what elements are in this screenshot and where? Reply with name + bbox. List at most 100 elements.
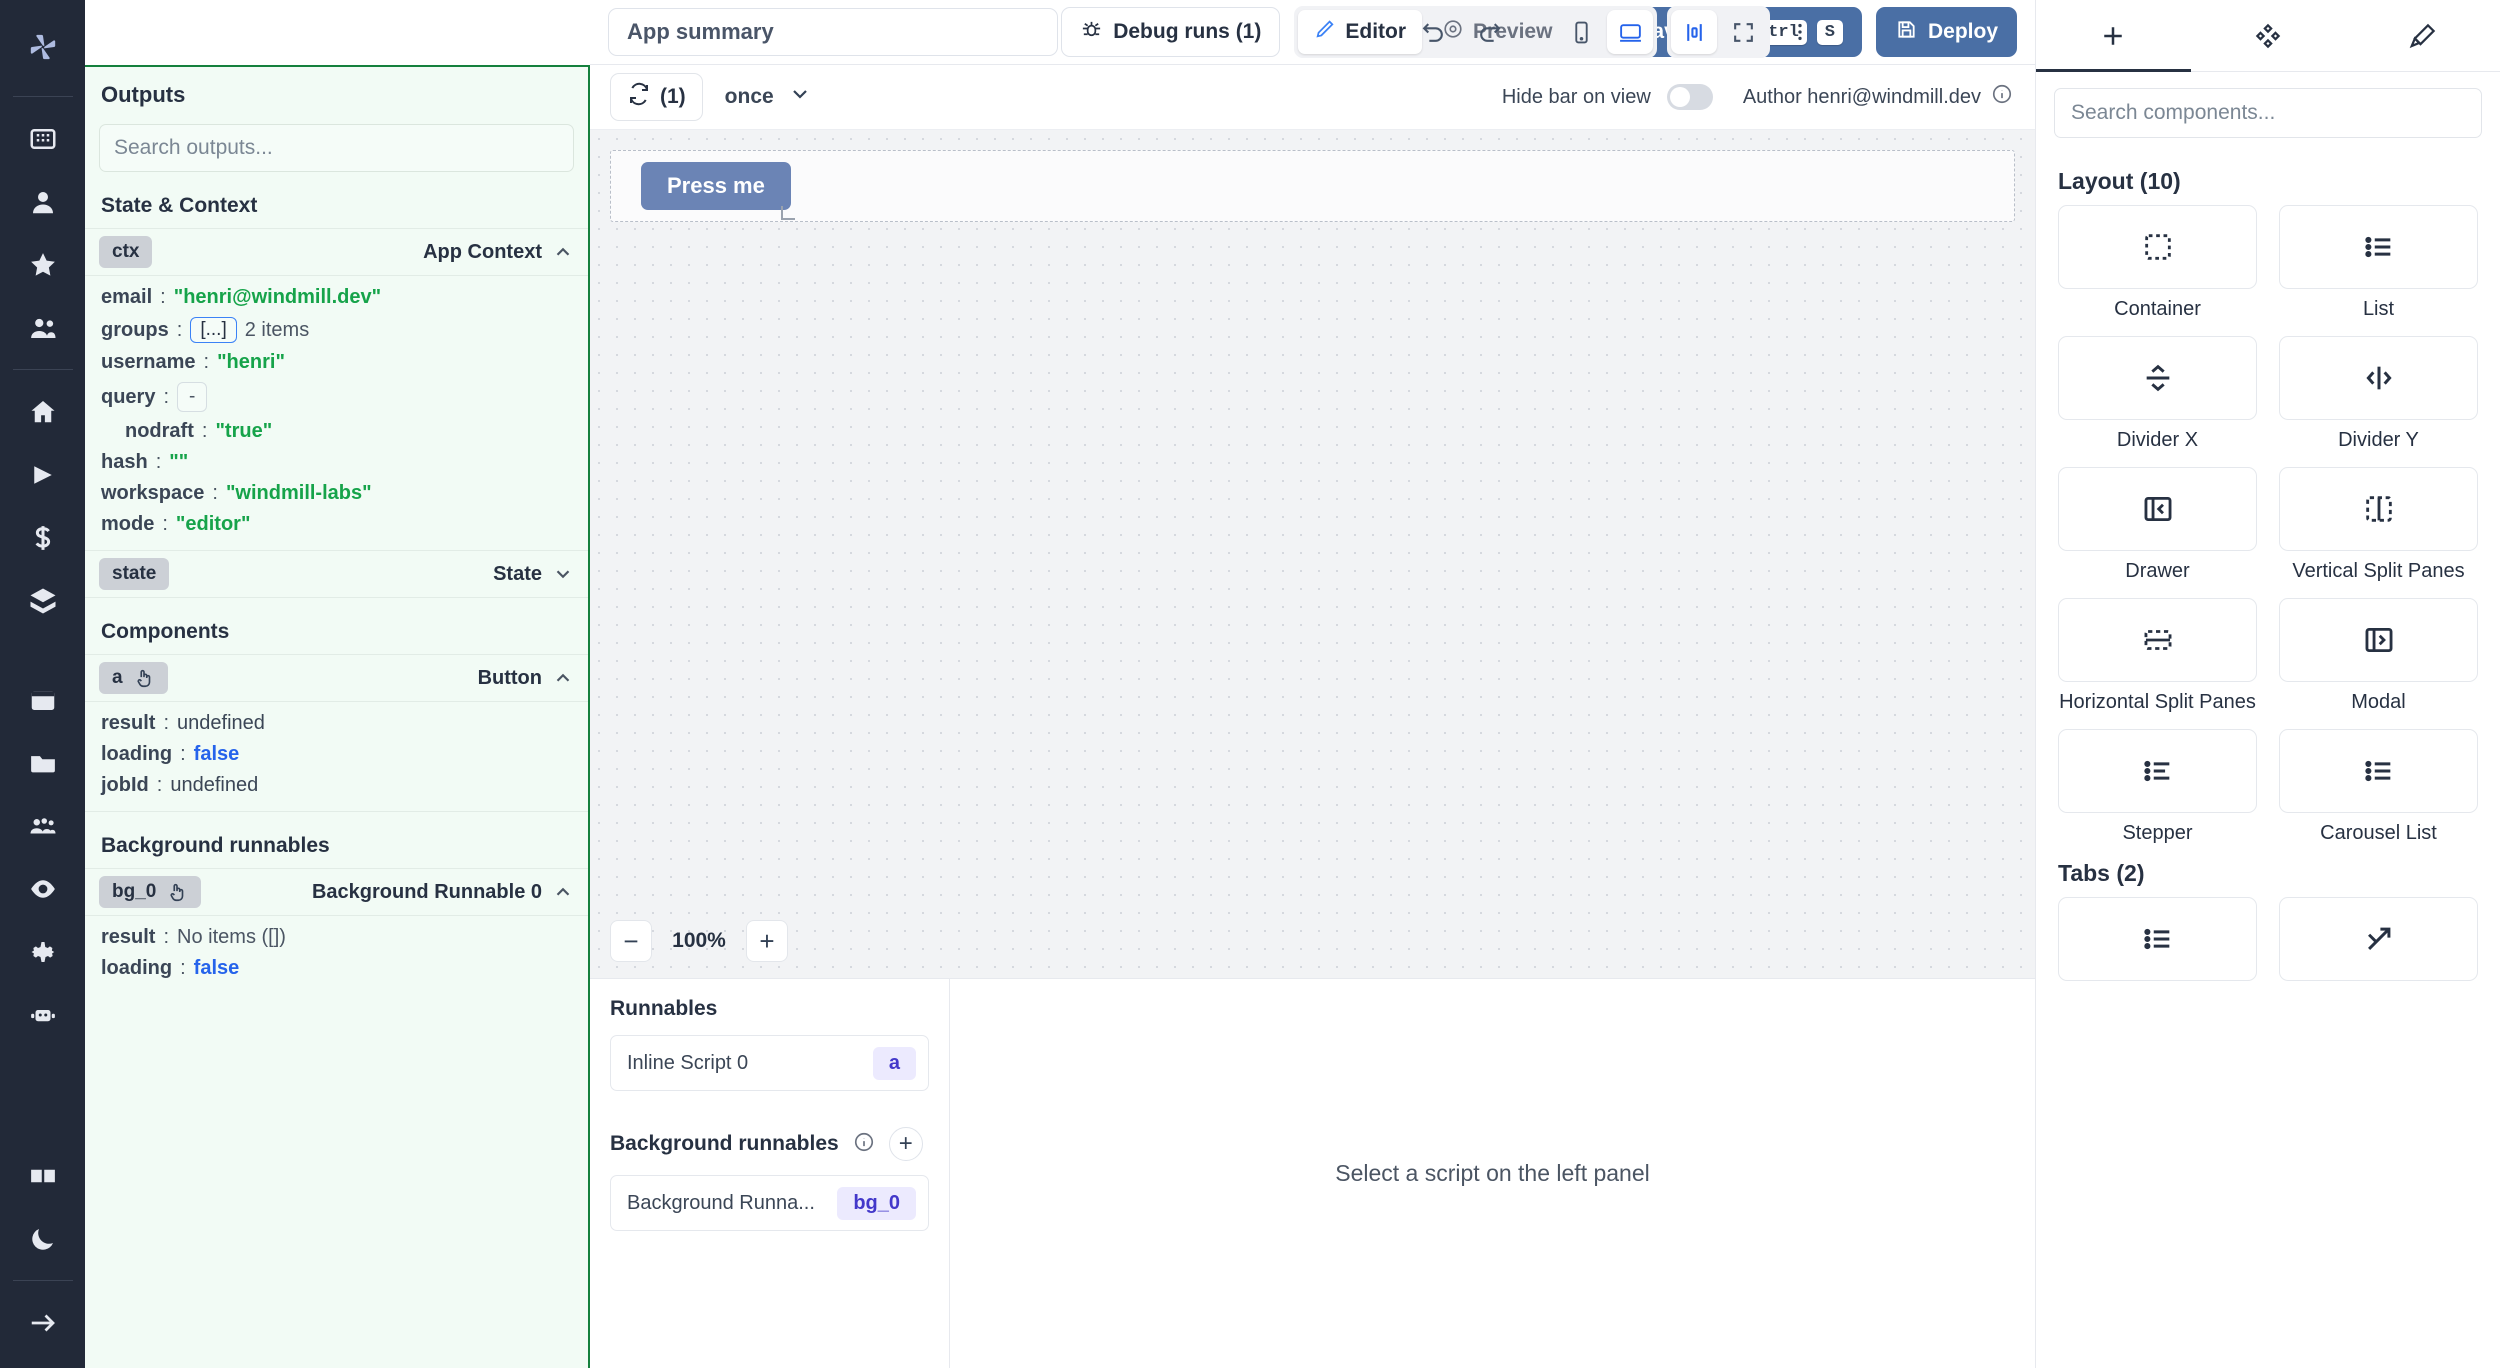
sidebar-item-groups[interactable] [0,794,85,857]
ctx-id-badge[interactable]: ctx [99,236,152,268]
component-a-id-badge[interactable]: a [99,662,168,694]
sidebar-item-docs[interactable] [0,1144,85,1207]
component-card-list[interactable]: List [2279,205,2478,322]
kv-colon: : [163,712,169,735]
sidebar-item-user[interactable] [0,170,85,233]
sidebar-item-settings[interactable] [0,920,85,983]
fullscreen-button[interactable] [1720,10,1766,54]
tab-editor-label: Editor [1345,20,1406,44]
sidebar-item-pricing[interactable] [0,506,85,569]
component-a-header[interactable]: a Button [85,654,588,702]
sidebar-item-expand[interactable] [0,1291,85,1354]
runnable-label: Inline Script 0 [627,1052,748,1075]
sidebar-item-dark-mode[interactable] [0,1207,85,1270]
more-options-icon[interactable] [1780,21,1820,43]
kv-colon: : [204,351,210,374]
tab-components-tree[interactable] [2191,0,2346,71]
press-me-button[interactable]: Press me [641,162,791,210]
sidebar-item-schedules[interactable] [0,668,85,731]
app-summary-input[interactable]: App summary [608,8,1058,56]
ctx-object-header[interactable]: ctx App Context [85,228,588,276]
sidebar-item-folders[interactable] [0,731,85,794]
kv-colon: : [160,286,166,309]
add-background-runnable-button[interactable]: + [889,1127,923,1161]
undo-button[interactable] [1410,10,1456,54]
group-title-layout: Layout (10) [2036,154,2500,205]
section-state-context: State & Context [85,172,588,228]
state-id-badge[interactable]: state [99,558,169,590]
component-card-stepper[interactable]: Stepper [2058,729,2257,846]
frequency-dropdown[interactable]: once [725,82,812,112]
kv-expand-chip[interactable]: [...] [190,317,236,343]
hide-bar-on-view-control[interactable]: Hide bar on view [1502,84,1713,110]
sidebar-item-home[interactable] [0,380,85,443]
refresh-icon [627,82,651,112]
bg0-header[interactable]: bg_0 Background Runnable 0 [85,868,588,916]
deploy-label: Deploy [1928,20,1998,44]
tab-insert-component[interactable] [2036,0,2191,71]
kv-empty-chip[interactable]: - [177,382,207,412]
component-card-divider-x[interactable]: Divider X [2058,336,2257,453]
component-card-carousel-list[interactable]: Carousel List [2279,729,2478,846]
tab-styles[interactable] [2345,0,2500,71]
sidebar-item-runs[interactable] [0,443,85,506]
tab-editor[interactable]: Editor [1298,10,1422,54]
deploy-button[interactable]: Deploy [1876,7,2017,57]
search-outputs-input[interactable]: Search outputs... [99,124,574,172]
deploy-icon [1895,18,1918,47]
component-card-divider-y[interactable]: Divider Y [2279,336,2478,453]
state-object-header[interactable]: state State [85,550,588,598]
sidebar-item-resources[interactable] [0,569,85,632]
component-card-tabs[interactable] [2058,897,2257,989]
redo-button[interactable] [1466,10,1512,54]
sidebar-item-star[interactable] [0,233,85,296]
component-card-modal[interactable]: Modal [2279,598,2478,715]
chevron-up-icon[interactable] [552,881,574,903]
resize-handle[interactable] [781,206,795,220]
info-icon[interactable] [853,1131,875,1158]
components-catalog[interactable]: Layout (10) Container List [2036,154,2500,1368]
runnable-item-background[interactable]: Background Runna... bg_0 [610,1175,929,1231]
kv-key: query [101,386,155,409]
windmill-logo-icon[interactable] [0,8,85,86]
center-align-button[interactable] [1671,10,1717,54]
hide-bar-toggle[interactable] [1667,84,1713,110]
refresh-button[interactable]: (1) [610,73,703,121]
component-card-vertical-split-panes[interactable]: Vertical Split Panes [2279,467,2478,584]
refresh-count-label: (1) [660,85,686,109]
runnable-item-inline-script[interactable]: Inline Script 0 a [610,1035,929,1091]
sidebar-item-users[interactable] [0,296,85,359]
layout-toggle-group [1667,6,1770,58]
desktop-view-button[interactable] [1607,10,1653,54]
component-label: Divider X [2117,428,2198,453]
kv-key: nodraft [125,420,194,443]
section-components: Components [85,598,588,654]
mobile-view-button[interactable] [1558,10,1604,54]
kv-value: "henri" [217,351,285,374]
search-components-input[interactable]: Search components... [2054,88,2482,138]
component-card-drawer[interactable]: Drawer [2058,467,2257,584]
component-card-container[interactable]: Container [2058,205,2257,322]
kv-row: loading : false [85,953,588,984]
debug-runs-button[interactable]: Debug runs (1) [1061,7,1280,57]
chevron-down-icon[interactable] [552,563,574,585]
zoom-out-button[interactable]: − [610,920,652,962]
chevron-up-icon[interactable] [552,241,574,263]
app-canvas[interactable]: Press me − 100% + [590,130,2035,978]
sidebar-item-workers[interactable] [0,983,85,1046]
state-title: State [493,563,542,586]
zoom-in-button[interactable]: + [746,920,788,962]
component-card-conditional-tabs[interactable] [2279,897,2478,989]
sidebar-item-audit[interactable] [0,857,85,920]
runnable-tag: bg_0 [837,1187,916,1220]
kv-colon: : [180,957,186,980]
info-icon[interactable] [1991,83,2013,111]
kv-value: false [194,743,240,766]
chevron-up-icon[interactable] [552,667,574,689]
bg0-id-badge[interactable]: bg_0 [99,876,201,908]
components-grid-layout: Container List Divider X [2036,205,2500,846]
component-card-horizontal-split-panes[interactable]: Horizontal Split Panes [2058,598,2257,715]
toolbar-center-controls [1410,6,1820,58]
sidebar-item-building[interactable] [0,107,85,170]
canvas-component-slot[interactable]: Press me [610,150,2015,222]
